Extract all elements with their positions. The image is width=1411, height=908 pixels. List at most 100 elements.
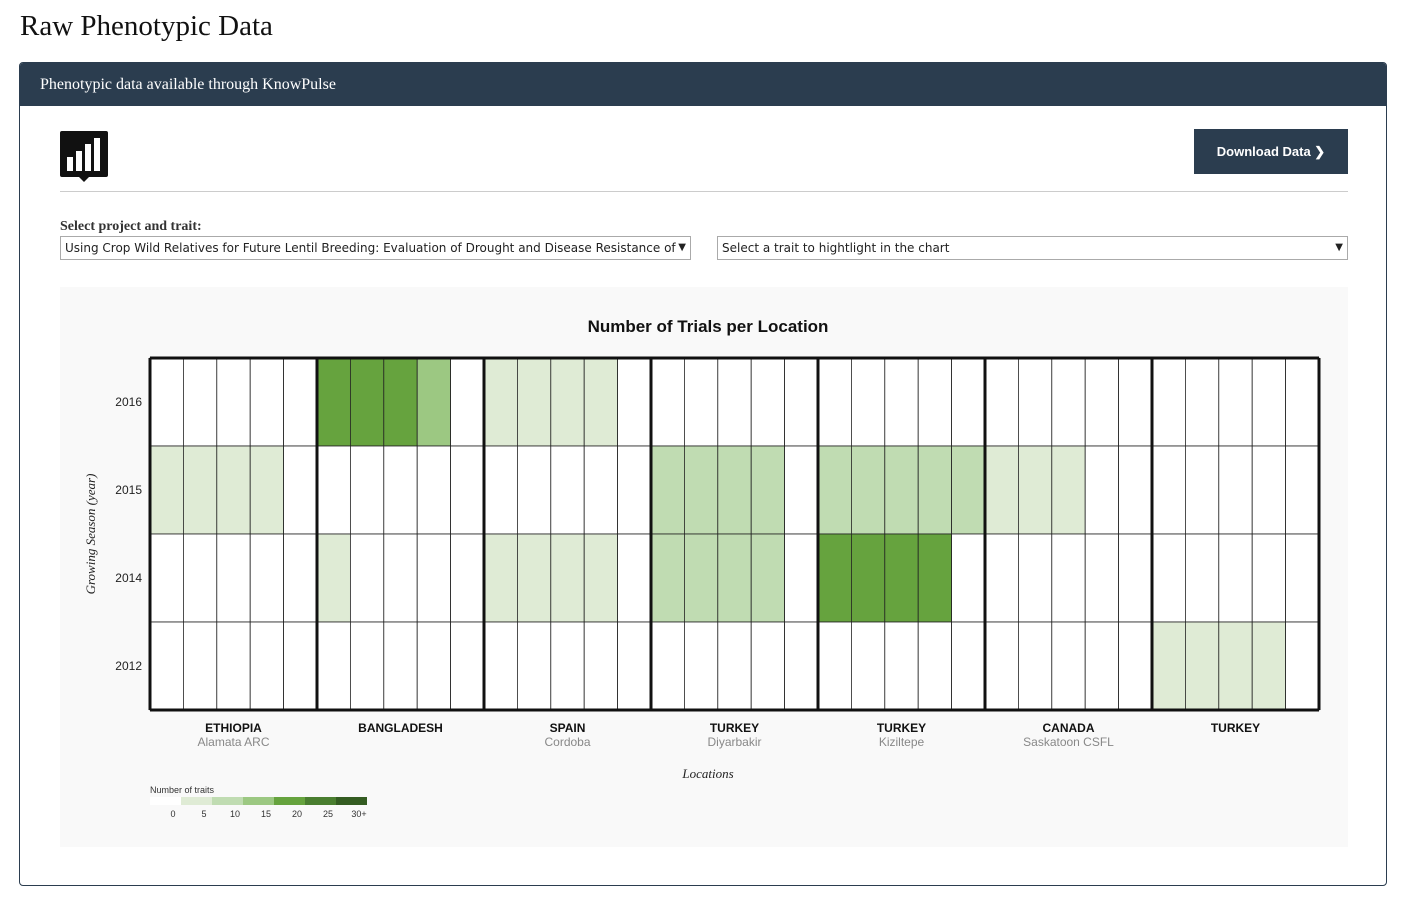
location-country-label: CANADA <box>1043 721 1095 735</box>
legend-title: Number of traits <box>150 785 215 795</box>
heatmap-cell <box>316 445 351 535</box>
heatmap-cell <box>1285 357 1320 447</box>
heatmap-cell <box>583 533 619 623</box>
legend-swatch <box>336 797 367 805</box>
heatmap-cell <box>283 621 318 711</box>
heatmap-cell <box>1118 621 1153 711</box>
heatmap-cell <box>851 445 886 535</box>
heatmap-cell <box>383 357 418 447</box>
heatmap-cell <box>684 621 719 711</box>
trait-select-value: Select a trait to hightlight in the char… <box>722 241 950 255</box>
heatmap-cell <box>583 621 619 711</box>
project-select-value: Using Crop Wild Relatives for Future Len… <box>65 241 676 255</box>
heatmap-cell <box>951 445 986 535</box>
heatmap-cell <box>917 621 953 711</box>
heatmap-cell <box>516 533 552 623</box>
bar-chart-icon <box>60 131 108 177</box>
heatmap-cell <box>1251 533 1286 623</box>
heatmap-cell <box>149 445 184 535</box>
heatmap-cell <box>316 533 351 623</box>
heatmap-cell <box>817 445 852 535</box>
chart-area: Number of Trials per Location 2016 2015 201… <box>60 287 1348 847</box>
heatmap-cell <box>750 445 786 535</box>
heatmap-cell <box>1118 357 1153 447</box>
heatmap-cell <box>1118 445 1153 535</box>
heatmap-cell <box>416 621 452 711</box>
heatmap-cell <box>349 357 385 447</box>
heatmap-cell <box>383 533 418 623</box>
heatmap-cell <box>483 445 518 535</box>
heatmap-cell <box>1218 357 1253 447</box>
location-country-label: TURKEY <box>877 721 926 735</box>
heatmap-cell <box>1084 357 1119 447</box>
heatmap-cell <box>216 357 251 447</box>
location-country-label: TURKEY <box>1211 721 1260 735</box>
heatmap-cell <box>183 445 218 535</box>
heatmap-cell <box>550 445 585 535</box>
heatmap-cell <box>951 533 986 623</box>
location-site-label: Alamata ARC <box>197 735 269 749</box>
heatmap-cell <box>516 621 552 711</box>
divider <box>60 191 1348 192</box>
heatmap-cell <box>216 621 251 711</box>
chevron-down-icon: ▼ <box>1335 242 1343 253</box>
heatmap-cell <box>1151 357 1186 447</box>
legend-swatch <box>212 797 243 805</box>
y-axis-label: Growing Season (year) <box>83 474 98 595</box>
heatmap-cell <box>483 533 518 623</box>
heatmap-cell <box>450 445 485 535</box>
heatmap-cell <box>617 533 652 623</box>
heatmap-cell <box>383 621 418 711</box>
heatmap-cell <box>1084 533 1119 623</box>
panel-header: Phenotypic data available through KnowPu… <box>20 63 1386 106</box>
location-site-label: Saskatoon CSFL <box>1023 735 1114 749</box>
page-title: Raw Phenotypic Data <box>20 10 273 42</box>
legend-label: 25 <box>323 809 333 819</box>
heatmap-cell <box>951 621 986 711</box>
location-site-label: Kiziltepe <box>879 735 925 749</box>
heatmap-cell <box>1084 445 1119 535</box>
heatmap-cell <box>183 621 218 711</box>
heatmap-cell <box>1285 621 1320 711</box>
legend-label: 20 <box>292 809 302 819</box>
heatmap-cell <box>684 357 719 447</box>
heatmap-cell <box>650 357 685 447</box>
heatmap-cell <box>1185 533 1220 623</box>
chart-title: Number of Trials per Location <box>588 317 829 336</box>
heatmap-cell <box>984 621 1019 711</box>
heatmap-cell <box>1151 445 1186 535</box>
heatmap-cell <box>483 357 518 447</box>
heatmap-cell <box>416 533 452 623</box>
year-tick-label: 2012 <box>115 659 142 673</box>
heatmap-cell <box>984 533 1019 623</box>
chevron-down-icon: ▼ <box>678 242 686 253</box>
trait-select[interactable]: Select a trait to hightlight in the char… <box>717 236 1348 260</box>
heatmap-cell <box>817 621 852 711</box>
heatmap-cell <box>984 445 1019 535</box>
heatmap-cell <box>583 445 619 535</box>
heatmap-cell <box>684 533 719 623</box>
heatmap-cell <box>516 357 552 447</box>
heatmap-cell <box>1084 621 1119 711</box>
download-data-button[interactable]: Download Data ❯ <box>1194 129 1348 174</box>
heatmap-cell <box>283 445 318 535</box>
heatmap-cell <box>1151 533 1186 623</box>
heatmap-cell <box>1185 445 1220 535</box>
project-select[interactable]: Using Crop Wild Relatives for Future Len… <box>60 236 691 260</box>
heatmap-cell <box>784 533 819 623</box>
legend-swatch <box>150 797 181 805</box>
heatmap-cell <box>1251 445 1286 535</box>
heatmap-cell <box>349 533 385 623</box>
location-site-label: Diyarbakir <box>707 735 761 749</box>
heatmap-cell <box>1185 621 1220 711</box>
heatmap-cell <box>917 445 953 535</box>
heatmap-cell <box>684 445 719 535</box>
heatmap-cell <box>884 621 919 711</box>
heatmap-cell <box>1218 533 1253 623</box>
legend-swatch <box>181 797 212 805</box>
heatmap-cell <box>149 533 184 623</box>
heatmap-cell <box>183 357 218 447</box>
heatmap-cell <box>617 357 652 447</box>
heatmap-cell <box>817 533 852 623</box>
legend-label: 5 <box>201 809 206 819</box>
